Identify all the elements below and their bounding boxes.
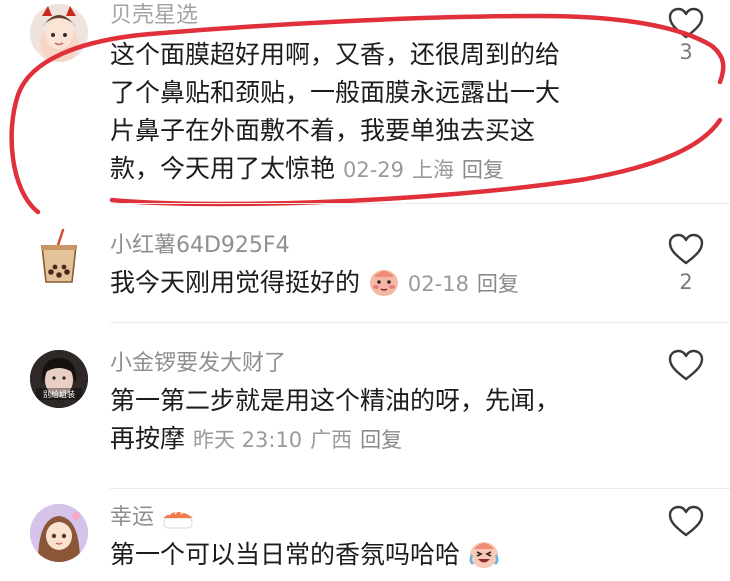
comment-username-text: 幸运 (110, 505, 155, 530)
comment-username[interactable]: 幸运 (110, 504, 195, 538)
bubble-tea-icon (41, 228, 77, 283)
comment-item: 小红薯64D925F4 我今天刚用觉得挺好的 02-18 回复 2 (0, 214, 730, 322)
like-button[interactable] (666, 348, 706, 384)
like-count: 2 (679, 270, 693, 294)
avatar-caption: 别给姐装 (43, 389, 75, 399)
avatar-image (30, 4, 88, 62)
comment-username[interactable]: 小金锣要发大财了 (110, 350, 286, 378)
comment-text-line: 款，今天用了太惊艳 02-29 上海 回复 (110, 150, 560, 189)
comment-location: 上海 (411, 158, 454, 182)
comment-item: 别给姐装 小金锣要发大财了 第一第二步就是用这个精油的呀，先闻， 再按摩 昨天 … (0, 330, 730, 490)
heart-icon (668, 7, 704, 39)
comment-date: 02-18 (407, 272, 469, 296)
comment-text-line: 片鼻子在外面敷不着，我要单独去买这 (110, 116, 536, 145)
comment-text: 第一第二步就是用这个精油的呀，先闻， 再按摩 昨天 23:10 广西 回复 (110, 382, 560, 459)
comment-divider (110, 322, 730, 323)
comment-text: 第一个可以当日常的香氛吗哈哈 (110, 536, 500, 580)
comment-location: 广西 (310, 428, 353, 452)
avatar[interactable]: 别给姐装 (30, 350, 88, 408)
avatar-image (30, 504, 88, 562)
comment-text-line: 再按摩 昨天 23:10 广西 回复 (110, 420, 560, 459)
comment-divider (110, 203, 730, 204)
like-button[interactable] (666, 6, 706, 42)
comment-item: 贝壳星选 这个面膜超好用啊，又香，还很周到的给 了个鼻贴和颈贴，一般面膜永远露出… (0, 0, 730, 210)
comment-username[interactable]: 贝壳星选 (110, 2, 198, 30)
avatar[interactable] (30, 4, 88, 62)
avatar[interactable] (30, 228, 88, 286)
comment-text-tail: 再按摩 (110, 424, 186, 453)
reply-button[interactable]: 回复 (462, 158, 504, 182)
avatar-image: 别给姐装 (30, 350, 88, 408)
comment-text-line: 第一第二步就是用这个精油的呀，先闻， (110, 386, 561, 415)
comment-text: 我今天刚用觉得挺好的 02-18 回复 (110, 264, 519, 308)
sushi-icon (161, 506, 195, 538)
comment-text-line: 了个鼻贴和颈贴，一般面膜永远露出一大 (110, 78, 561, 107)
heart-icon (668, 349, 704, 381)
comment-text-line: 我今天刚用觉得挺好的 (110, 268, 361, 297)
comment-text-tail: 款，今天用了太惊艳 (110, 154, 336, 183)
like-button[interactable] (666, 232, 706, 268)
heart-icon (668, 233, 704, 265)
blushing-face-icon (368, 267, 400, 308)
comment-item: 幸运 第一个可以当日常的香氛吗哈哈 (0, 494, 730, 581)
avatar[interactable] (30, 504, 88, 562)
reply-button[interactable]: 回复 (360, 428, 402, 452)
like-button[interactable] (666, 504, 706, 540)
comment-divider (110, 488, 730, 489)
comment-text-line: 这个面膜超好用啊，又香，还很周到的给 (110, 40, 561, 69)
comment-date: 02-29 (342, 158, 404, 182)
comment-username[interactable]: 小红薯64D925F4 (110, 232, 290, 260)
crying-laughing-face-icon (468, 539, 500, 580)
reply-button[interactable]: 回复 (477, 272, 519, 296)
comment-text-line: 第一个可以当日常的香氛吗哈哈 (110, 540, 461, 569)
heart-icon (668, 505, 704, 537)
comment-text: 这个面膜超好用啊，又香，还很周到的给 了个鼻贴和颈贴，一般面膜永远露出一大 片鼻… (110, 36, 560, 189)
comment-date: 昨天 23:10 (192, 428, 303, 452)
like-count: 3 (679, 40, 693, 64)
